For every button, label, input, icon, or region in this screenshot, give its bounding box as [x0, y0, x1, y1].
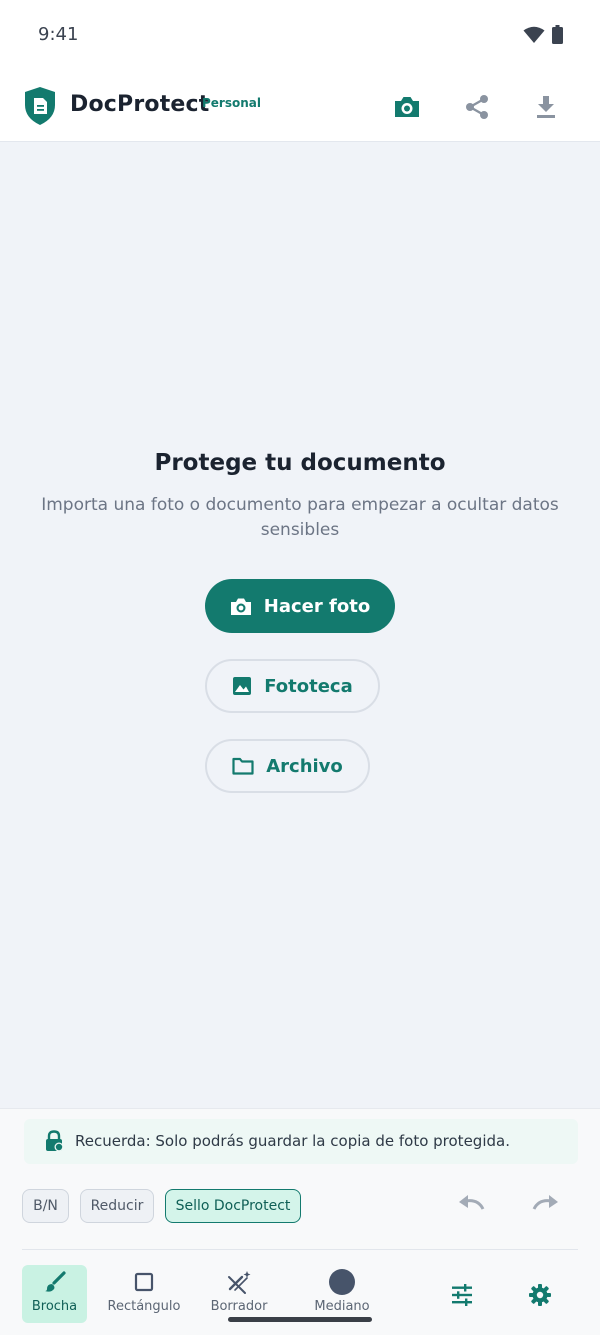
- docprotect-seal-chip[interactable]: Sello DocProtect: [165, 1189, 301, 1223]
- redo-button[interactable]: [531, 1193, 561, 1217]
- wifi-icon: [523, 26, 545, 48]
- home-indicator: [228, 1317, 372, 1322]
- rectangle-tool-label: Rectángulo: [107, 1299, 181, 1314]
- save-notice-text: Recuerda: Solo podrás guardar la copia d…: [75, 1132, 510, 1150]
- size-dot-icon: [328, 1267, 356, 1297]
- empty-state-subtitle: Importa una foto o documento para empeza…: [41, 495, 559, 540]
- brand-name: DocProtect: [70, 92, 210, 117]
- brand-plan-badge: Personal: [202, 96, 261, 110]
- undo-icon: [459, 1195, 485, 1210]
- take-photo-button[interactable]: Hacer foto: [205, 579, 395, 633]
- bw-filter-chip[interactable]: B/N: [22, 1189, 69, 1223]
- gear-icon: [529, 1284, 551, 1306]
- brush-size-button[interactable]: Mediano: [306, 1265, 378, 1323]
- save-notice: Recuerda: Solo podrás guardar la copia d…: [24, 1119, 578, 1164]
- eraser-icon: [226, 1267, 252, 1297]
- status-time: 9:41: [38, 24, 79, 45]
- image-icon: [233, 677, 252, 695]
- download-icon: [537, 96, 555, 118]
- lock-icon: [44, 1130, 64, 1156]
- undo-button[interactable]: [456, 1193, 486, 1217]
- status-bar: 9:41: [0, 0, 600, 72]
- share-button[interactable]: [460, 90, 494, 124]
- brush-size-label: Mediano: [314, 1299, 370, 1314]
- app-header: DocProtect Personal: [0, 72, 600, 142]
- adjust-button[interactable]: [446, 1279, 478, 1311]
- share-icon: [466, 95, 488, 119]
- file-label: Archivo: [266, 755, 343, 777]
- brush-tool-button[interactable]: Brocha: [22, 1265, 87, 1323]
- battery-icon: [552, 25, 563, 48]
- file-button[interactable]: Archivo: [205, 739, 370, 793]
- reduce-chip[interactable]: Reducir: [80, 1189, 154, 1223]
- toolbar-divider: [22, 1249, 578, 1250]
- camera-button[interactable]: [390, 90, 424, 124]
- eraser-tool-button[interactable]: Borrador: [204, 1265, 274, 1323]
- settings-button[interactable]: [524, 1279, 556, 1311]
- redo-icon: [532, 1195, 558, 1210]
- gallery-label: Fototeca: [264, 675, 353, 697]
- download-button[interactable]: [529, 90, 563, 124]
- camera-icon: [395, 97, 419, 117]
- brush-tool-label: Brocha: [31, 1299, 78, 1314]
- bottom-toolbar: Recuerda: Solo podrás guardar la copia d…: [0, 1108, 600, 1335]
- brush-icon: [43, 1267, 67, 1297]
- shield-logo-icon: [24, 86, 56, 130]
- gallery-button[interactable]: Fototeca: [205, 659, 380, 713]
- rectangle-tool-button[interactable]: Rectángulo: [104, 1265, 184, 1323]
- folder-icon: [232, 757, 254, 775]
- eraser-tool-label: Borrador: [210, 1299, 268, 1314]
- sliders-icon: [452, 1284, 472, 1306]
- take-photo-label: Hacer foto: [263, 595, 371, 617]
- camera-icon: [230, 598, 251, 615]
- empty-state-title: Protege tu documento: [154, 450, 446, 476]
- rectangle-icon: [133, 1267, 155, 1297]
